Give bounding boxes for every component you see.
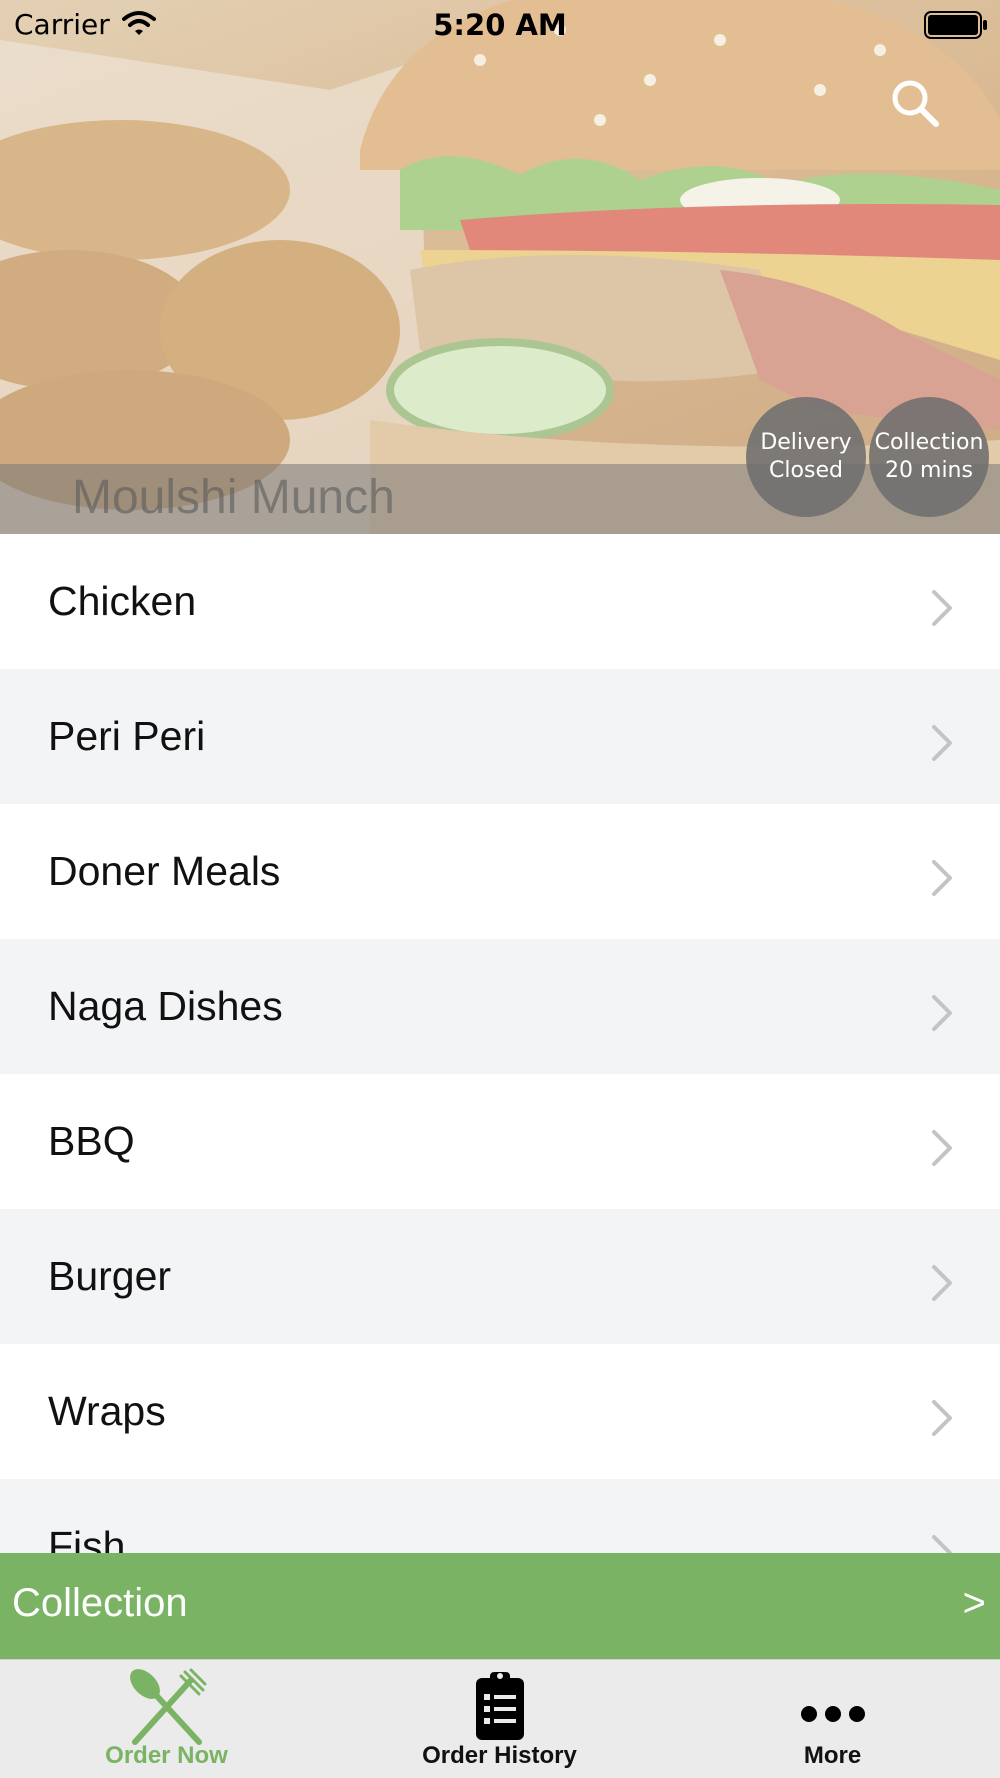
search-icon[interactable] <box>888 76 944 132</box>
chevron-right-icon <box>932 590 952 626</box>
collection-badge-time: 20 mins <box>885 458 973 483</box>
order-mode-label: Collection <box>12 1581 188 1625</box>
tab-order-history[interactable]: Order History <box>333 1660 666 1778</box>
menu-item-burger[interactable]: Burger <box>0 1209 1000 1344</box>
menu-item-label: Fish <box>48 1523 126 1553</box>
chevron-right-icon <box>932 995 952 1031</box>
bottom-tab-bar: Order Now Order History More <box>0 1659 1000 1778</box>
menu-item-chicken[interactable]: Chicken <box>0 534 1000 669</box>
collection-badge-title: Collection <box>874 430 984 455</box>
menu-item-label: Peri Peri <box>48 713 206 759</box>
menu-item-label: Naga Dishes <box>48 983 283 1029</box>
restaurant-name: Moulshi Munch <box>72 471 395 524</box>
delivery-status-badge: Delivery Closed <box>746 397 866 517</box>
menu-item-wraps[interactable]: Wraps <box>0 1344 1000 1479</box>
tab-label: More <box>803 1742 862 1769</box>
chevron-right-icon <box>932 1130 952 1166</box>
tab-order-now[interactable]: Order Now <box>0 1660 333 1778</box>
tab-label: Order History <box>422 1742 577 1769</box>
chevron-right-icon <box>932 725 952 761</box>
fork-knife-icon <box>129 1668 206 1745</box>
chevron-right-icon <box>932 860 952 896</box>
status-time: 5:20 AM <box>433 8 567 42</box>
delivery-badge-status: Closed <box>769 458 843 483</box>
delivery-badge-title: Delivery <box>760 430 852 455</box>
collection-time-badge: Collection 20 mins <box>869 397 989 517</box>
chevron-right-icon <box>932 1535 952 1553</box>
menu-category-list[interactable]: Chicken Peri Peri Doner Meals Naga Dishe… <box>0 534 1000 1553</box>
order-mode-arrow: > <box>962 1581 986 1625</box>
menu-item-label: Burger <box>48 1253 172 1299</box>
chevron-right-icon <box>932 1265 952 1301</box>
menu-item-bbq[interactable]: BBQ <box>0 1074 1000 1209</box>
menu-item-naga-dishes[interactable]: Naga Dishes <box>0 939 1000 1074</box>
chevron-right-icon <box>932 1400 952 1436</box>
menu-item-label: BBQ <box>48 1118 135 1164</box>
battery-icon <box>924 11 988 43</box>
order-mode-bar[interactable]: Collection > <box>0 1553 1000 1659</box>
tab-more[interactable]: More <box>666 1660 999 1778</box>
menu-item-label: Chicken <box>48 578 197 624</box>
status-bar: Carrier 5:20 AM <box>0 0 1000 50</box>
hero-banner: Carrier 5:20 AM Moulshi Munch Delivery C… <box>0 0 1000 534</box>
menu-item-label: Wraps <box>48 1388 166 1434</box>
menu-item-label: Doner Meals <box>48 848 281 894</box>
menu-item-fish[interactable]: Fish <box>0 1479 1000 1553</box>
clipboard-icon <box>475 1672 524 1740</box>
menu-item-doner-meals[interactable]: Doner Meals <box>0 804 1000 939</box>
more-dots-icon <box>800 1706 865 1722</box>
tab-label: Order Now <box>105 1742 228 1769</box>
menu-item-peri-peri[interactable]: Peri Peri <box>0 669 1000 804</box>
